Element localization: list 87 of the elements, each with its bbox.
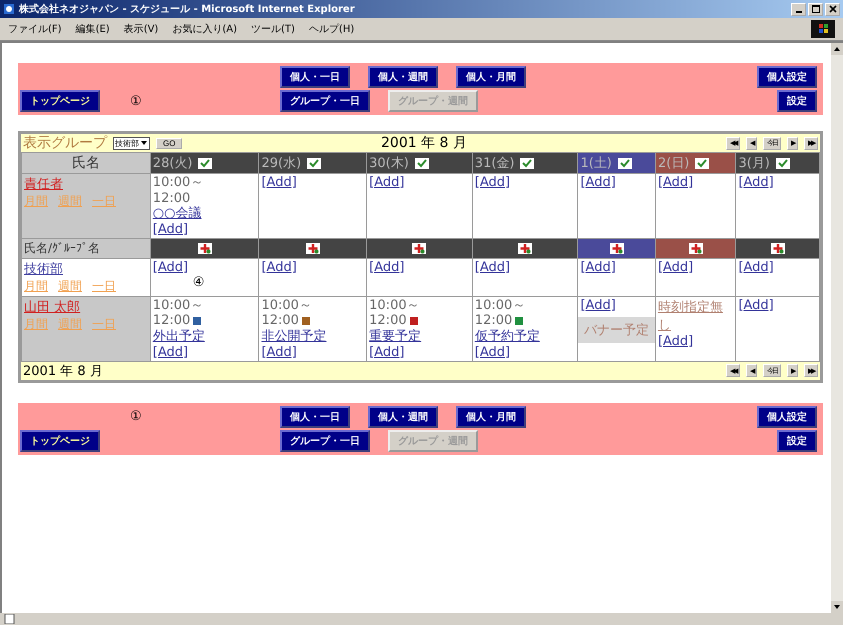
- time-text: 12:00: [152, 313, 190, 329]
- event-link[interactable]: 仮予約予定: [474, 328, 540, 345]
- go-button[interactable]: GO: [156, 138, 182, 148]
- view-button[interactable]: 個人・一日: [280, 66, 350, 88]
- settings-button[interactable]: 設定: [777, 90, 817, 112]
- menu-item[interactable]: お気に入り(A): [172, 22, 237, 36]
- scroll-bar[interactable]: [831, 43, 843, 613]
- check-icon[interactable]: [307, 158, 322, 168]
- check-icon[interactable]: [198, 158, 212, 168]
- day-header: 28(火): [150, 152, 259, 174]
- time-text: 10:00～: [152, 298, 204, 314]
- check-icon[interactable]: [618, 158, 632, 168]
- menu-item[interactable]: 表示(V): [124, 22, 158, 36]
- personal-settings-button[interactable]: 個人設定: [757, 66, 817, 88]
- month-title: 2001 年 8 月: [23, 362, 103, 380]
- menu-item[interactable]: ツール(T): [251, 22, 295, 36]
- check-icon[interactable]: [520, 158, 534, 168]
- menu-item[interactable]: ファイル(F): [8, 22, 62, 36]
- row-header: 氏名/ｸﾞﾙｰﾌﾟ名: [22, 238, 150, 258]
- event-link[interactable]: 非公開予定: [261, 328, 326, 345]
- plus-icon[interactable]: [688, 242, 703, 254]
- day-header: 31(金): [472, 152, 578, 174]
- add-link[interactable]: [Add]: [658, 334, 734, 349]
- top-page-button[interactable]: トップページ: [20, 90, 100, 112]
- month-title: 2001 年 8 月: [381, 134, 467, 152]
- annotation-marker: ①: [130, 409, 142, 424]
- day-header: 29(水): [258, 152, 367, 174]
- view-button[interactable]: 個人・月間: [456, 66, 526, 88]
- top-page-button[interactable]: トップページ: [20, 430, 100, 452]
- flag-icon: [811, 20, 835, 38]
- menu-item[interactable]: 編集(E): [76, 22, 110, 36]
- view-button[interactable]: グループ・一日: [280, 90, 370, 112]
- event-link[interactable]: ○○会議: [152, 206, 202, 222]
- add-link[interactable]: [Add]: [580, 298, 653, 313]
- maximize-icon: [812, 5, 820, 13]
- minimize-button[interactable]: [791, 2, 806, 16]
- day-header: 30(木): [366, 152, 472, 174]
- plus-icon[interactable]: [518, 242, 532, 254]
- scroll-down-icon[interactable]: [831, 601, 843, 613]
- add-link[interactable]: [Add]: [152, 344, 256, 360]
- day-header: 2(日): [655, 152, 736, 174]
- check-icon[interactable]: [776, 158, 790, 168]
- check-icon[interactable]: [414, 158, 429, 168]
- annotation-marker: ④: [192, 274, 204, 290]
- group-label: 表示グループ: [23, 134, 107, 152]
- menu-item[interactable]: ヘルプ(H): [308, 22, 354, 36]
- time-text: 12:00: [261, 313, 299, 329]
- dropdown-icon: [140, 139, 148, 147]
- scroll-up-icon[interactable]: [831, 43, 843, 55]
- add-link[interactable]: [Add]: [152, 222, 256, 237]
- view-button[interactable]: 個人・週間: [368, 66, 438, 88]
- view-button[interactable]: 個人・一日: [280, 406, 350, 428]
- time-text: 10:00～: [152, 175, 204, 191]
- add-link[interactable]: [Add]: [474, 344, 576, 360]
- window-title: 株式会社ネオジャパン - スケジュール - Microsoft Internet Explorer: [19, 2, 355, 16]
- add-link[interactable]: [Add]: [261, 344, 364, 360]
- plus-icon[interactable]: [198, 242, 212, 254]
- event-link[interactable]: 外出予定: [152, 328, 205, 345]
- annotation-marker: ①: [130, 94, 142, 108]
- check-icon[interactable]: [695, 158, 710, 168]
- add-link[interactable]: [Add]: [369, 344, 470, 360]
- group-select[interactable]: 技術部: [113, 136, 150, 150]
- view-button[interactable]: 個人・週間: [368, 406, 438, 428]
- time-text: 12:00: [474, 313, 512, 329]
- time-text: 12:00: [369, 313, 407, 329]
- event-link[interactable]: 重要予定: [369, 328, 422, 345]
- time-text: 12:00: [152, 190, 190, 206]
- settings-button[interactable]: 設定: [777, 430, 817, 452]
- member-link[interactable]: 技術部: [24, 262, 63, 277]
- time-text: 10:00～: [474, 298, 526, 314]
- browser-icon: [3, 3, 15, 15]
- close-icon: [828, 5, 836, 13]
- time-text: 10:00～: [261, 298, 312, 314]
- time-text: 10:00～: [369, 298, 420, 314]
- day-header: 1(土): [578, 152, 656, 174]
- day-header: 3(月): [736, 152, 820, 174]
- close-button[interactable]: [825, 2, 840, 16]
- column-header: 氏名: [22, 152, 150, 174]
- plus-icon[interactable]: [306, 242, 320, 254]
- view-button[interactable]: グループ・一日: [280, 430, 370, 452]
- plus-icon[interactable]: [412, 242, 426, 254]
- plus-icon[interactable]: [610, 242, 624, 254]
- personal-settings-button[interactable]: 個人設定: [757, 406, 817, 428]
- view-button[interactable]: 個人・月間: [456, 406, 526, 428]
- maximize-button[interactable]: [808, 2, 823, 16]
- plus-icon[interactable]: [770, 242, 785, 254]
- add-link[interactable]: [Add]: [152, 260, 256, 275]
